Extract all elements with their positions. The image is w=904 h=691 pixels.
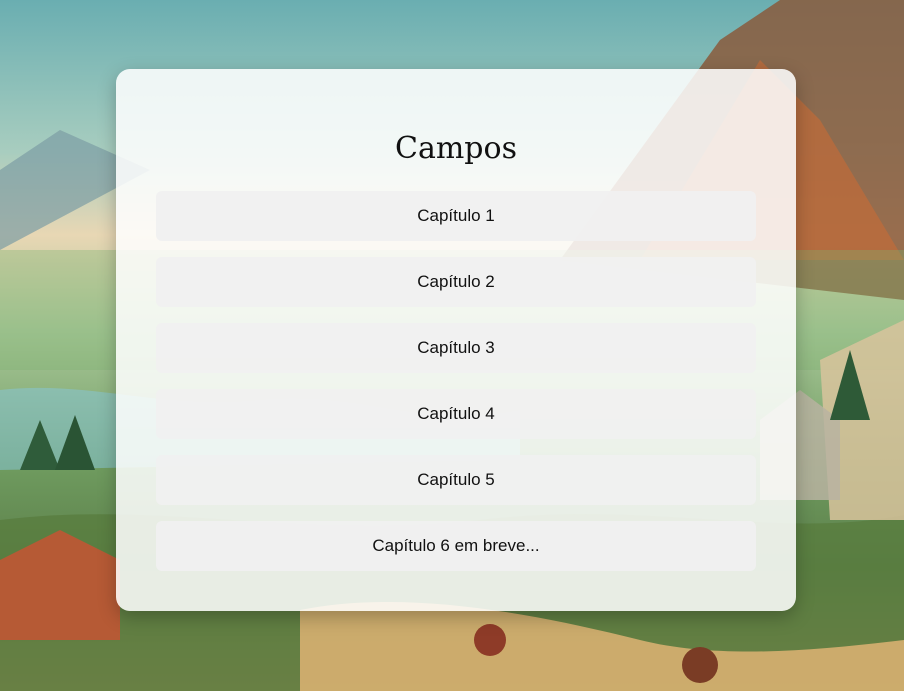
chapter-4-button[interactable]: Capítulo 4: [156, 389, 756, 439]
chapter-2-button[interactable]: Capítulo 2: [156, 257, 756, 307]
chapter-6-coming-soon-button[interactable]: Capítulo 6 em breve...: [156, 521, 756, 571]
chapter-3-button[interactable]: Capítulo 3: [156, 323, 756, 373]
page-title: Campos: [395, 131, 517, 166]
campaign-card: Campos Capítulo 1 Capítulo 2 Capítulo 3 …: [116, 69, 796, 611]
chapter-5-button[interactable]: Capítulo 5: [156, 455, 756, 505]
chapter-list: Capítulo 1 Capítulo 2 Capítulo 3 Capítul…: [156, 191, 756, 587]
chapter-1-button[interactable]: Capítulo 1: [156, 191, 756, 241]
